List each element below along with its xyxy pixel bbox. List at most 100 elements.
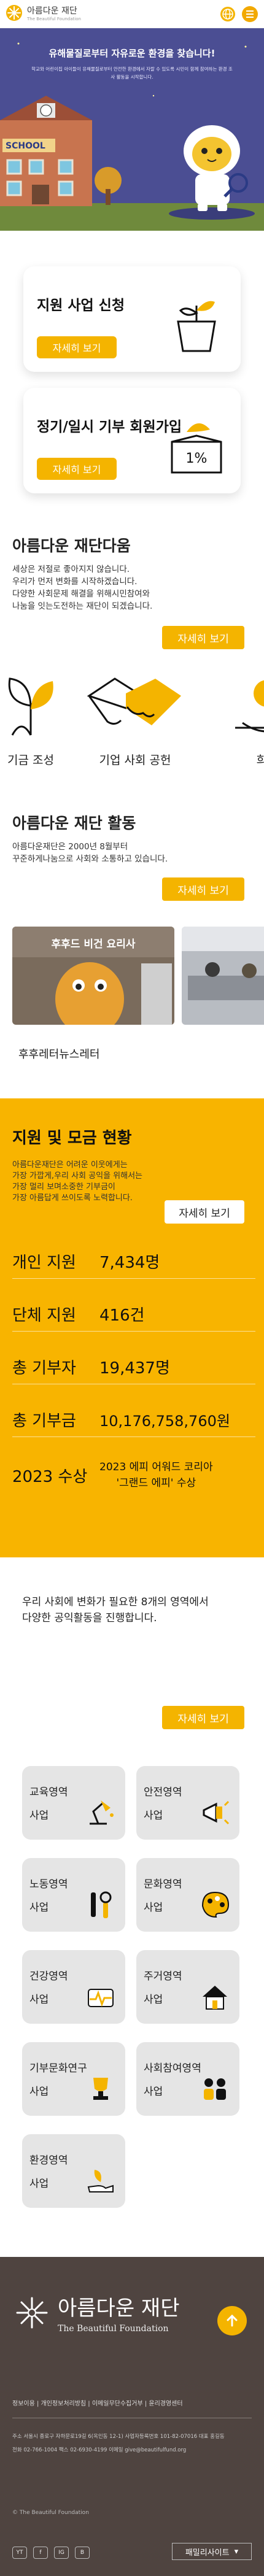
activity-photo-second[interactable]	[182, 927, 264, 1025]
menu-icon[interactable]	[242, 6, 258, 22]
site-header: 아름다운 재단 The Beautiful Foundation	[0, 0, 264, 28]
stats-line: 가장 멀리 보며소중한 기부금이	[12, 1182, 115, 1192]
footer-logo[interactable]: 아름다운 재단 The Beautiful Foundation	[15, 2291, 180, 2334]
areas-more-button[interactable]: 자세히 보기	[162, 1706, 244, 1729]
stat-row-award: 2023 수상 2023 에피 어워드 코리아 '그랜드 에피' 수상	[12, 1454, 255, 1496]
activity-photo-carousel[interactable]: 후후드 비건 요리사	[0, 927, 264, 1025]
about-section: 아름다운 재단다움 세상은 저절로 좋아지지 않습니다. 우리가 먼저 변화를 …	[0, 534, 264, 663]
youtube-icon[interactable]: YT	[12, 2547, 27, 2559]
area-name: 문화영역 사업	[144, 1878, 182, 1914]
about-title: 아름다운 재단다움	[12, 537, 131, 555]
logo-text: 아름다운 재단	[27, 6, 77, 16]
award-line: '그랜드 에피' 수상	[116, 1477, 196, 1489]
arrow-up-icon	[227, 2314, 238, 2327]
stat-value: 7,434명	[99, 1254, 160, 1272]
tools-icon	[91, 1891, 112, 1918]
instagram-icon[interactable]: IG	[54, 2547, 69, 2559]
area-name: 안전영역 사업	[144, 1786, 182, 1822]
area-card-giving-research[interactable]: 기부문화연구 사업	[22, 2042, 125, 2116]
eco-hand-icon	[87, 2170, 114, 2192]
donation-badge: 1%	[186, 451, 208, 466]
award-line: 2023 에피 어워드 코리아	[99, 1461, 213, 1473]
trophy-icon	[93, 2078, 108, 2100]
area-card-safety[interactable]: 안전영역 사업	[136, 1766, 239, 1840]
area-name: 환경영역 사업	[29, 2154, 68, 2190]
footer-info: 주소 서울시 종로구 자하문로19길 6(옥인동 12-1) 사업자등록번호 1…	[12, 2430, 252, 2457]
globe-icon[interactable]	[220, 6, 236, 22]
stats-line: 아름다운재단은 어려운 이웃에게는	[12, 1160, 128, 1170]
about-icon-carousel[interactable]: 기금 조성 기업 사회 공헌 희망	[0, 666, 264, 771]
stats-line: 가장 아름답게 쓰이도록 노력합니다.	[12, 1194, 133, 1203]
support-apply-card[interactable]: 지원 사업 신청 자세히 보기	[23, 266, 241, 372]
area-name: 건강영역 사업	[29, 1970, 68, 2006]
about-more-button[interactable]: 자세히 보기	[162, 626, 244, 649]
card-title: 지원 사업 신청	[37, 298, 125, 314]
desk-lamp-icon	[90, 1800, 114, 1825]
area-card-culture[interactable]: 문화영역 사업	[136, 1858, 239, 1932]
about-item-csr[interactable]: 기업 사회 공헌	[77, 666, 193, 768]
stat-label: 총 기부자	[12, 1359, 76, 1378]
area-grid: 교육영역사업 안전영역사업 노동영역사업 문화영역사업 건강영역사업	[0, 1766, 264, 2232]
site-logo[interactable]: 아름다운 재단 The Beautiful Foundation	[5, 4, 81, 22]
area-card-social-participation[interactable]: 사회참여영역 사업	[136, 2042, 239, 2116]
facebook-icon[interactable]: f	[33, 2547, 48, 2559]
areas-intro-section: 우리 사회에 변화가 필요한 8개의 영역에서 다양한 공익활동을 진행합니다.…	[0, 1594, 264, 1735]
sprout-icon	[8, 677, 53, 736]
activity-line: 아름다운재단은 2000년 8월부터	[12, 842, 128, 852]
health-pulse-icon	[88, 1989, 114, 2007]
activity-photo-main[interactable]: 후후드 비건 요리사	[12, 927, 174, 1025]
member-join-more-button[interactable]: 자세히 보기	[37, 458, 117, 480]
stats-title: 지원 및 모금 현황	[12, 1129, 132, 1147]
area-card-education[interactable]: 교육영역 사업	[22, 1766, 125, 1840]
footer-links[interactable]: 정보이용 | 개인정보처리방침 | 이메일무단수집거부 | 윤리경영센터	[12, 2399, 252, 2409]
stats-body: 아름다운재단은 어려운 이웃에게는 가장 가깝게,우리 사회 공익을 위해서는 …	[12, 1160, 178, 1204]
stat-row-donors: 총 기부자 19,437명	[12, 1350, 255, 1384]
activity-section: 아름다운 재단 활동 아름다운재단은 2000년 8월부터 꾸준하게나눔으로 사…	[0, 811, 264, 903]
donation-box-icon: 1%	[171, 423, 222, 474]
footer-info-line: 주소 서울시 종로구 자하문로19길 6(옥인동 12-1) 사업자등록번호 1…	[12, 2434, 225, 2440]
stat-value: 19,437명	[99, 1359, 170, 1378]
about-line: 다양한 사회문제 해결을 위해시민참여와	[12, 589, 150, 599]
about-line: 우리가 먼저 변화를 시작하겠습니다.	[12, 577, 138, 587]
about-line: 세상은 저절로 좋아지지 않습니다.	[12, 565, 130, 574]
logo-subtext: The Beautiful Foundation	[27, 17, 81, 21]
card-title: 정기/일시 기부 회원가입	[37, 419, 182, 435]
areas-intro: 우리 사회에 변화가 필요한 8개의 영역에서 다양한 공익활동을 진행합니다.	[22, 1594, 243, 1626]
stats-section: 지원 및 모금 현황 아름다운재단은 어려운 이웃에게는 가장 가깝게,우리 사…	[0, 1098, 264, 1557]
site-footer: 아름다운 재단 The Beautiful Foundation 정보이용 | …	[0, 2257, 264, 2576]
about-item-label: 기금 조성	[7, 754, 54, 767]
photo-overlay-text: 후후드 비건 요리사	[52, 938, 136, 951]
footer-logo-subtext: The Beautiful Foundation	[58, 2324, 169, 2334]
scroll-top-button[interactable]	[217, 2306, 247, 2335]
member-join-card[interactable]: 정기/일시 기부 회원가입 자세히 보기 1%	[23, 388, 241, 493]
chevron-down-icon: ▾	[234, 2547, 239, 2556]
area-name: 사회참여영역 사업	[144, 2062, 201, 2098]
stats-more-button[interactable]: 자세히 보기	[165, 1200, 244, 1224]
stat-label: 총 기부금	[12, 1412, 76, 1430]
activity-caption[interactable]: 후후레터뉴스레터	[18, 1046, 264, 1062]
activity-more-button[interactable]: 자세히 보기	[162, 877, 244, 901]
support-apply-more-button[interactable]: 자세히 보기	[37, 336, 117, 358]
logo-mark-icon	[6, 5, 22, 21]
area-name: 기부문화연구 사업	[29, 2062, 87, 2098]
people-icon	[204, 2078, 226, 2100]
area-card-environment[interactable]: 환경영역 사업	[22, 2134, 125, 2208]
blog-icon[interactable]: B	[75, 2547, 90, 2559]
area-card-labor[interactable]: 노동영역 사업	[22, 1858, 125, 1932]
stat-label: 개인 지원	[12, 1254, 76, 1272]
family-site-select[interactable]: 패밀리사이트 ▾	[172, 2543, 252, 2560]
about-item-label: 희망	[256, 754, 264, 767]
stat-row-group: 단체 지원 416건	[12, 1297, 255, 1332]
hero-banner[interactable]: SCHOOL 유해물질로부터 자유로운 환경을 찾습니다! 학교와 어린이집 아…	[0, 28, 264, 231]
plant-pot-icon	[177, 301, 216, 352]
about-item-fund[interactable]: 기금 조성	[0, 666, 89, 768]
area-card-health[interactable]: 건강영역 사업	[22, 1950, 125, 2024]
about-item-hope[interactable]: 희망	[209, 666, 264, 768]
area-card-housing[interactable]: 주거영역 사업	[136, 1950, 239, 2024]
footer-info-line: 전화 02-766-1004 팩스 02-6930-4199 이메일 give@…	[12, 2447, 187, 2453]
family-site-label: 패밀리사이트	[185, 2548, 230, 2558]
activity-title: 아름다운 재단 활동	[12, 814, 136, 832]
stat-row-individual: 개인 지원 7,434명	[12, 1244, 255, 1279]
stat-value: 10,176,758,760원	[99, 1413, 230, 1430]
stat-award-text: 2023 에피 어워드 코리아 '그랜드 에피' 수상	[99, 1459, 213, 1491]
